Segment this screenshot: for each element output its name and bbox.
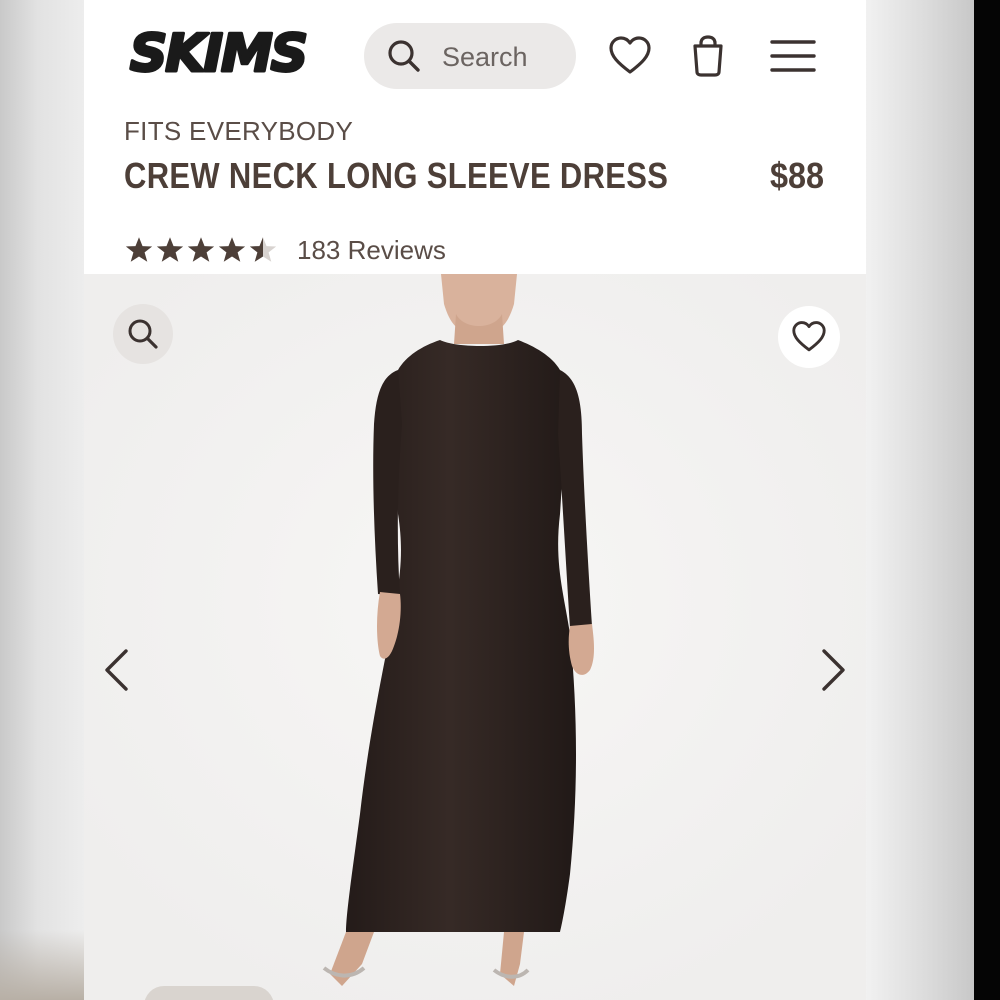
product-rating[interactable]: 183 Reviews [124,232,446,268]
star-rating [124,236,279,264]
chevron-left-icon [105,649,128,691]
menu-button[interactable] [770,38,816,74]
bottom-floating-button[interactable] [144,986,274,1000]
chevron-right-icon [822,649,845,691]
left-blur-gutter [0,0,84,1000]
site-header: SKIMS Search [84,0,866,110]
cart-button[interactable] [690,34,726,78]
reviews-link[interactable]: 183 Reviews [297,235,446,266]
search-icon [386,38,422,74]
screen-edge [974,0,1000,1000]
hamburger-menu-icon [770,40,816,72]
product-price: $88 [769,155,824,196]
product-page: SKIMS Search FITS EVERYBODY CREW NECK LO… [84,0,866,1000]
collection-label: FITS EVERYBODY [124,116,354,146]
product-image-gallery[interactable] [84,274,866,1000]
shopping-bag-icon [693,35,723,77]
wishlist-button[interactable] [608,36,652,76]
half-star-icon [249,237,277,262]
heart-icon [792,321,826,352]
heart-icon [609,36,651,74]
star-icon [187,237,215,262]
zoom-button[interactable] [113,304,173,364]
svg-text:SKIMS: SKIMS [130,24,306,80]
next-image-button[interactable] [818,648,848,692]
product-photo [84,274,866,1000]
search-placeholder: Search [442,42,528,72]
right-blur-gutter [866,0,974,1000]
previous-image-button[interactable] [102,648,132,692]
zoom-icon [128,319,158,349]
star-icon [125,237,153,262]
star-icon [156,237,184,262]
skims-logo-mark: SKIMS [128,24,309,80]
product-title: CREW NECK LONG SLEEVE DRESS [124,155,669,196]
skims-logo[interactable]: SKIMS [120,24,316,80]
image-wishlist-button[interactable] [778,306,840,368]
left-blur-gutter-shadow [0,930,84,1000]
star-icon [218,237,246,262]
search-bar[interactable]: Search [364,23,576,89]
